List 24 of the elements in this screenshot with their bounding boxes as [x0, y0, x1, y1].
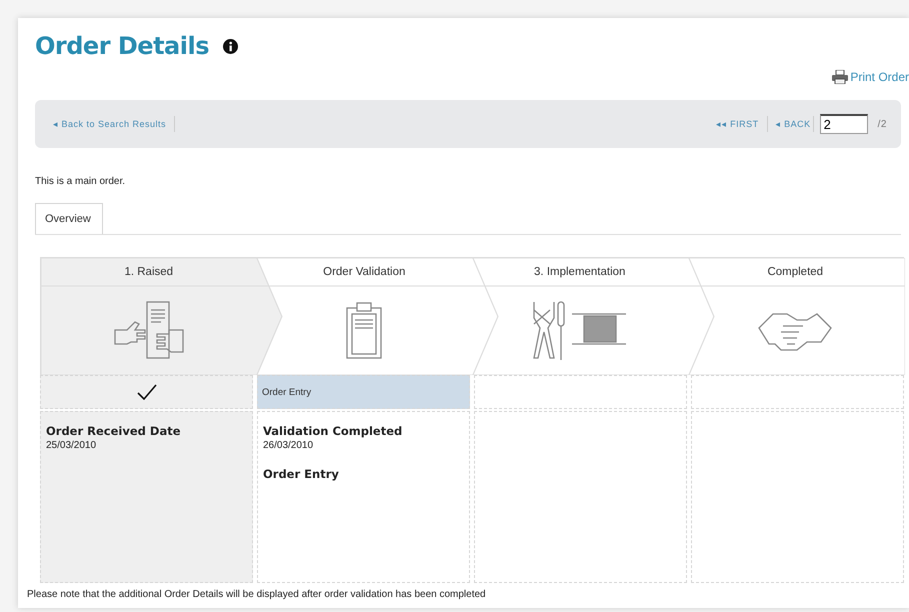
detail-title: Order Entry — [263, 467, 340, 481]
back-to-results-link[interactable]: ◂ Back to Search Results — [53, 119, 166, 129]
order-type-text: This is a main order. — [35, 176, 126, 187]
page-title: Order Details — [35, 32, 209, 60]
stage-label: 3. Implementation — [533, 265, 626, 280]
stage-label: 1. Raised — [123, 265, 174, 280]
page-total: /2 — [878, 118, 887, 130]
first-page-link[interactable]: ◂◂ FIRST — [716, 119, 759, 129]
print-link[interactable]: Print Order — [832, 70, 909, 84]
detail-date: 26/03/2010 — [263, 440, 314, 451]
detail-title: Validation Completed — [263, 424, 404, 438]
clipboard-icon — [344, 300, 384, 362]
overview-tab[interactable]: Overview — [35, 203, 103, 234]
printer-icon — [832, 70, 848, 84]
stage-label: Order Validation — [322, 265, 406, 280]
hands-document-icon — [112, 300, 185, 362]
info-icon[interactable] — [223, 38, 238, 54]
detail-date: 25/03/2010 — [46, 440, 98, 451]
note-text: Please note that the additional Order Details will be displayed after order validation has been completed — [27, 589, 487, 600]
page-number-field[interactable]: 2 — [820, 114, 868, 134]
stage-label: Completed — [766, 265, 824, 280]
current-step-cell: Order Entry — [257, 375, 470, 409]
detail-title: Order Received Date — [46, 424, 182, 438]
back-page-link[interactable]: ◂ BACK — [776, 119, 811, 129]
